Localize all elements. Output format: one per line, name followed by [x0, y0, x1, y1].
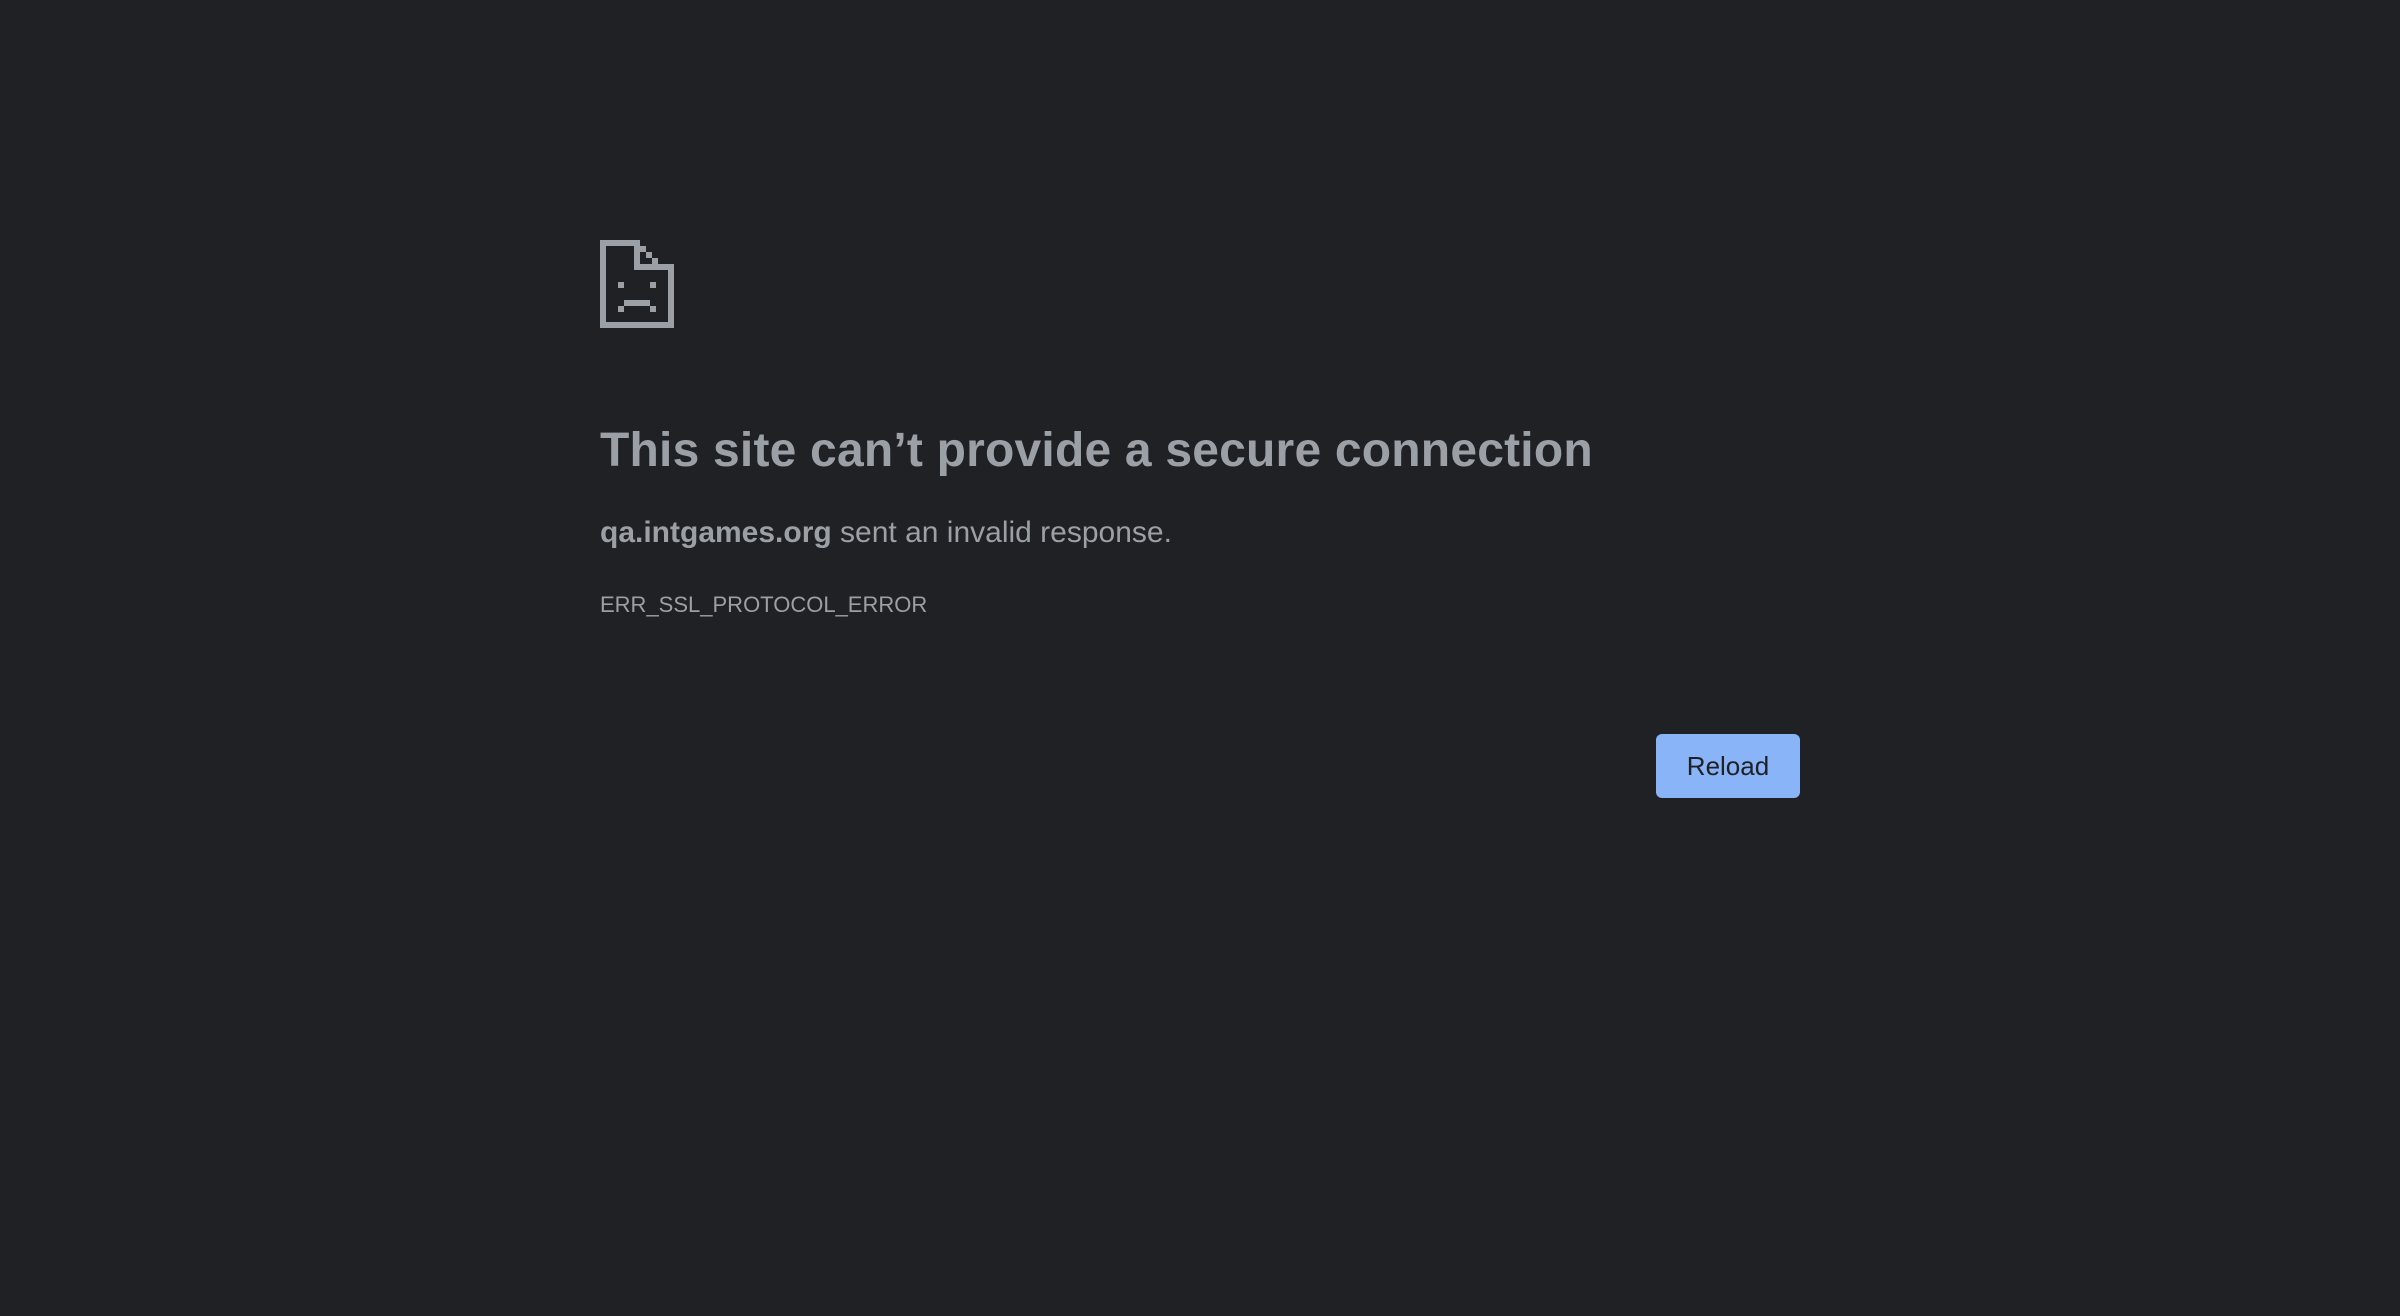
error-code: ERR_SSL_PROTOCOL_ERROR [600, 592, 928, 617]
error-page: This site can’t provide a secure connect… [0, 0, 2400, 1316]
error-message: qa.intgames.org sent an invalid response… [600, 516, 1172, 550]
error-message-suffix: sent an invalid response. [831, 516, 1172, 549]
error-host: qa.intgames.org [600, 516, 832, 549]
sad-document-icon [600, 240, 674, 328]
page-title: This site can’t provide a secure connect… [600, 424, 1593, 477]
error-content: This site can’t provide a secure connect… [600, 240, 1800, 617]
reload-button[interactable]: Reload [1656, 734, 1800, 798]
